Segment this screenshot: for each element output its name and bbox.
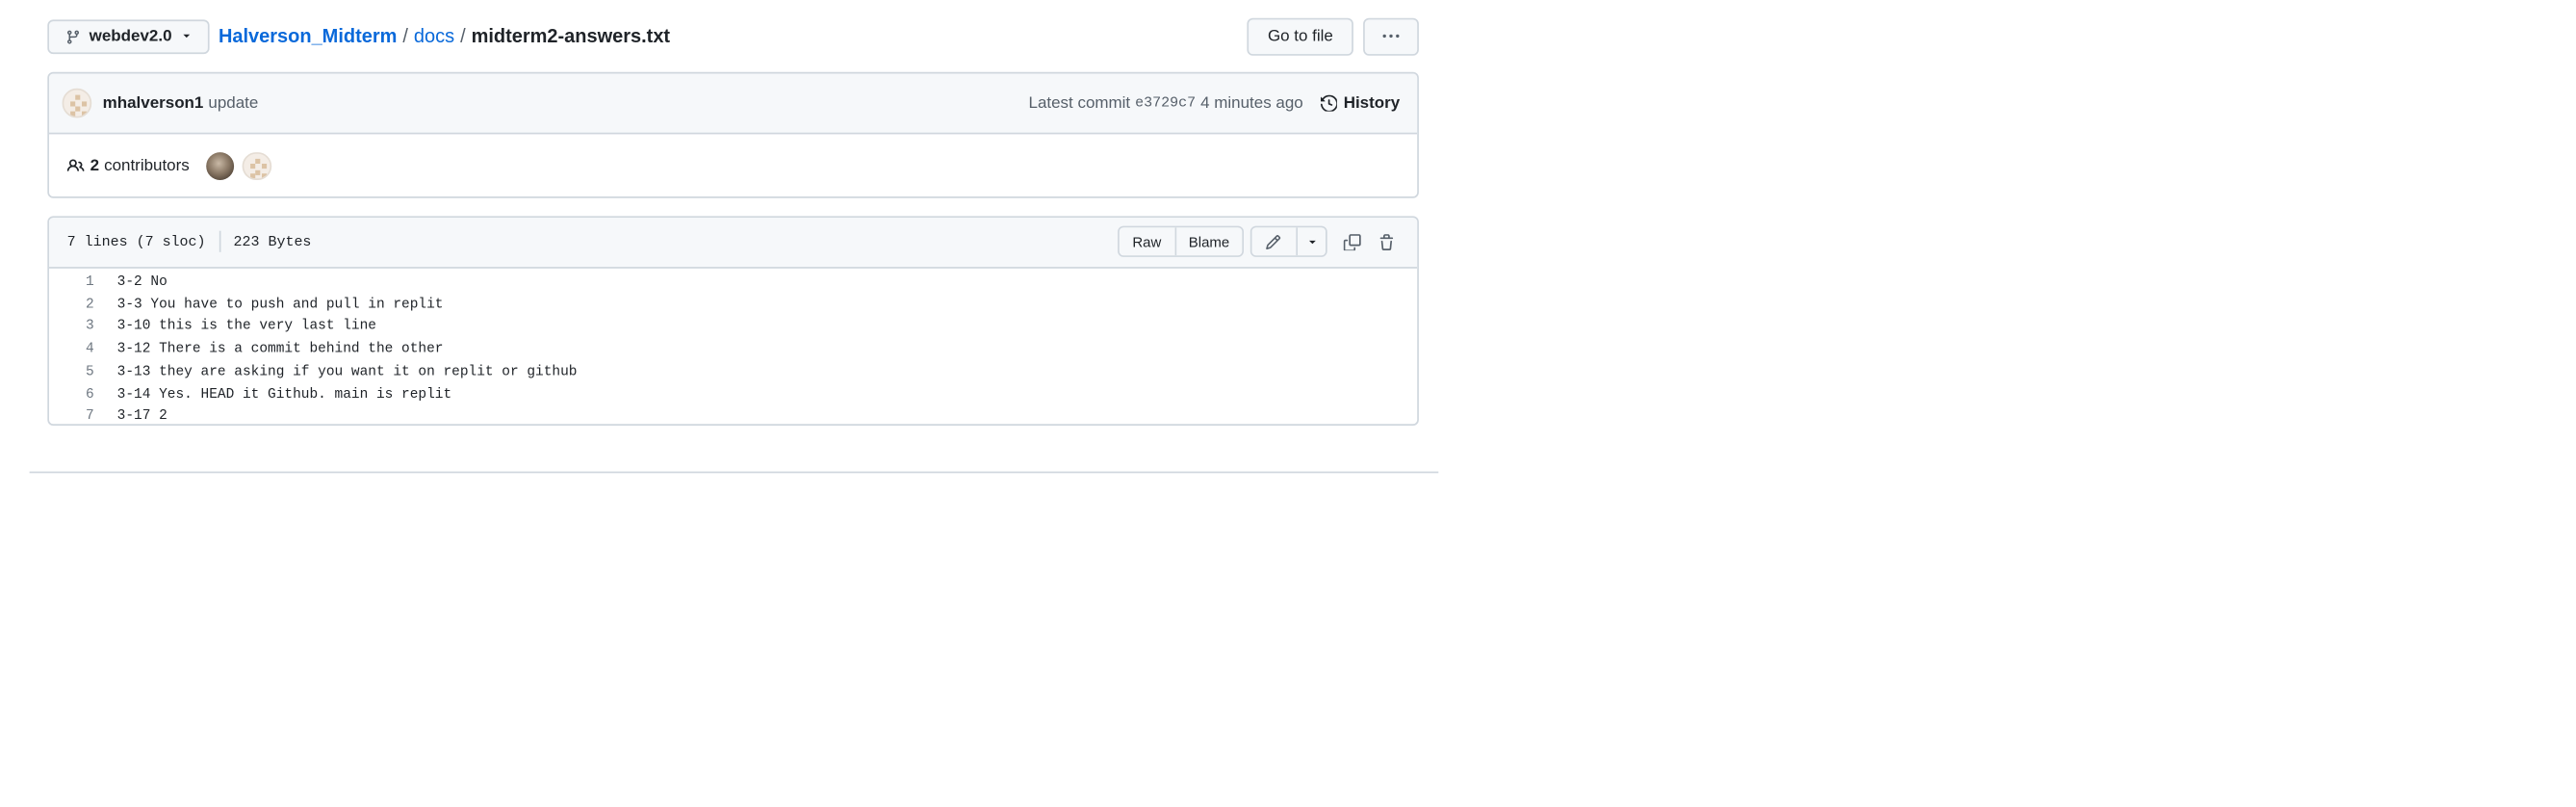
line-content: 3-3 You have to push and pull in replit [116, 296, 444, 313]
avatar[interactable] [206, 152, 235, 181]
git-branch-icon [67, 29, 80, 43]
go-to-file-button[interactable]: Go to file [1247, 17, 1353, 55]
commit-sha-link[interactable]: e3729c7 [1135, 95, 1196, 112]
code-line: 2 3-3 You have to push and pull in replit [49, 293, 1417, 315]
line-number[interactable]: 2 [49, 296, 94, 312]
commit-author-link[interactable]: mhalverson1 [103, 94, 204, 113]
line-content: 3-13 they are asking if you want it on r… [116, 363, 578, 380]
code-line: 6 3-14 Yes. HEAD it Github. main is repli… [49, 383, 1417, 405]
commit-info-box: mhalverson1 update Latest commit e3729c7… [46, 71, 1419, 197]
history-icon [1320, 94, 1338, 113]
branch-selector-button[interactable]: webdev2.0 [46, 18, 209, 54]
people-icon [66, 159, 85, 172]
commit-meta: Latest commit e3729c7 4 minutes ago Hist… [1029, 94, 1401, 113]
edit-options-dropdown[interactable] [1298, 228, 1326, 256]
code-line: 7 3-17 2 [49, 405, 1417, 426]
raw-blame-group: Raw Blame [1118, 226, 1245, 258]
edit-group [1249, 226, 1327, 258]
breadcrumb-file-name: midterm2-answers.txt [471, 25, 671, 48]
contributors-count: 2 [90, 157, 100, 176]
breadcrumb: Halverson_Midterm / docs / midterm2-answ… [219, 26, 670, 47]
line-number[interactable]: 5 [49, 363, 94, 379]
line-number[interactable]: 7 [49, 408, 94, 424]
latest-commit-row: mhalverson1 update Latest commit e3729c7… [48, 73, 1418, 135]
blame-button[interactable]: Blame [1175, 228, 1243, 256]
line-number[interactable]: 6 [49, 386, 94, 403]
scaled-canvas: webdev2.0 Halverson_Midterm / docs / mid… [0, 0, 2576, 807]
code-line: 5 3-13 they are asking if you want it on … [49, 360, 1417, 382]
page: webdev2.0 Halverson_Midterm / docs / mid… [0, 0, 1515, 475]
breadcrumb-separator: / [460, 25, 466, 48]
contributors-row: 2 contributors [49, 135, 1417, 196]
avatar[interactable] [62, 89, 91, 118]
line-content: 3-14 Yes. HEAD it Github. main is replit [116, 385, 452, 403]
code-line: 1 3-2 No [49, 271, 1417, 293]
file-size: 223 Bytes [233, 233, 312, 250]
line-number[interactable]: 1 [49, 273, 94, 290]
top-actions: Go to file [1247, 17, 1419, 55]
file-header: 7 lines (7 sloc) 223 Bytes Raw Blame [48, 217, 1418, 269]
code-view: 1 3-2 No 2 3-3 You have to push and pull in… [49, 269, 1417, 426]
more-options-button[interactable] [1362, 17, 1419, 55]
line-number[interactable]: 3 [49, 319, 94, 335]
edit-file-button[interactable] [1250, 228, 1299, 256]
breadcrumb-repo-link[interactable]: Halverson_Midterm [219, 26, 397, 47]
kebab-icon [1381, 35, 1401, 39]
file-actions: Raw Blame [1118, 226, 1404, 258]
line-content: 3-17 2 [116, 408, 167, 426]
latest-commit-label: Latest commit [1028, 93, 1131, 113]
raw-button[interactable]: Raw [1119, 228, 1176, 256]
copy-icon [1344, 233, 1362, 251]
commit-message-link[interactable]: update [208, 94, 258, 113]
copy-button[interactable] [1336, 226, 1369, 257]
history-button[interactable]: History [1320, 93, 1401, 113]
file-line-count: 7 lines (7 sloc) [66, 233, 206, 250]
line-number[interactable]: 4 [49, 341, 94, 357]
delete-button[interactable] [1371, 226, 1404, 257]
code-line: 3 3-10 this is the very last line [49, 315, 1417, 337]
pencil-icon [1266, 234, 1281, 249]
commit-time: 4 minutes ago [1200, 93, 1303, 113]
contributors-label[interactable]: contributors [104, 157, 190, 175]
divider [219, 231, 220, 253]
breadcrumb-folder-link[interactable]: docs [414, 26, 454, 47]
history-label: History [1343, 93, 1401, 113]
breadcrumb-separator: / [402, 25, 408, 48]
line-content: 3-12 There is a commit behind the other [116, 340, 444, 357]
file-navigation: webdev2.0 Halverson_Midterm / docs / mid… [46, 17, 1419, 55]
branch-name: webdev2.0 [89, 27, 172, 46]
trash-icon [1380, 233, 1394, 250]
line-content: 3-10 this is the very last line [116, 318, 376, 335]
divider [28, 470, 1438, 472]
avatar[interactable] [242, 151, 271, 181]
caret-down-icon [183, 35, 191, 39]
line-content: 3-2 No [116, 273, 167, 290]
code-line: 4 3-12 There is a commit behind the other [49, 338, 1417, 360]
file-viewer: 7 lines (7 sloc) 223 Bytes Raw Blame 1 3… [46, 215, 1419, 426]
caret-down-icon [1308, 240, 1315, 245]
